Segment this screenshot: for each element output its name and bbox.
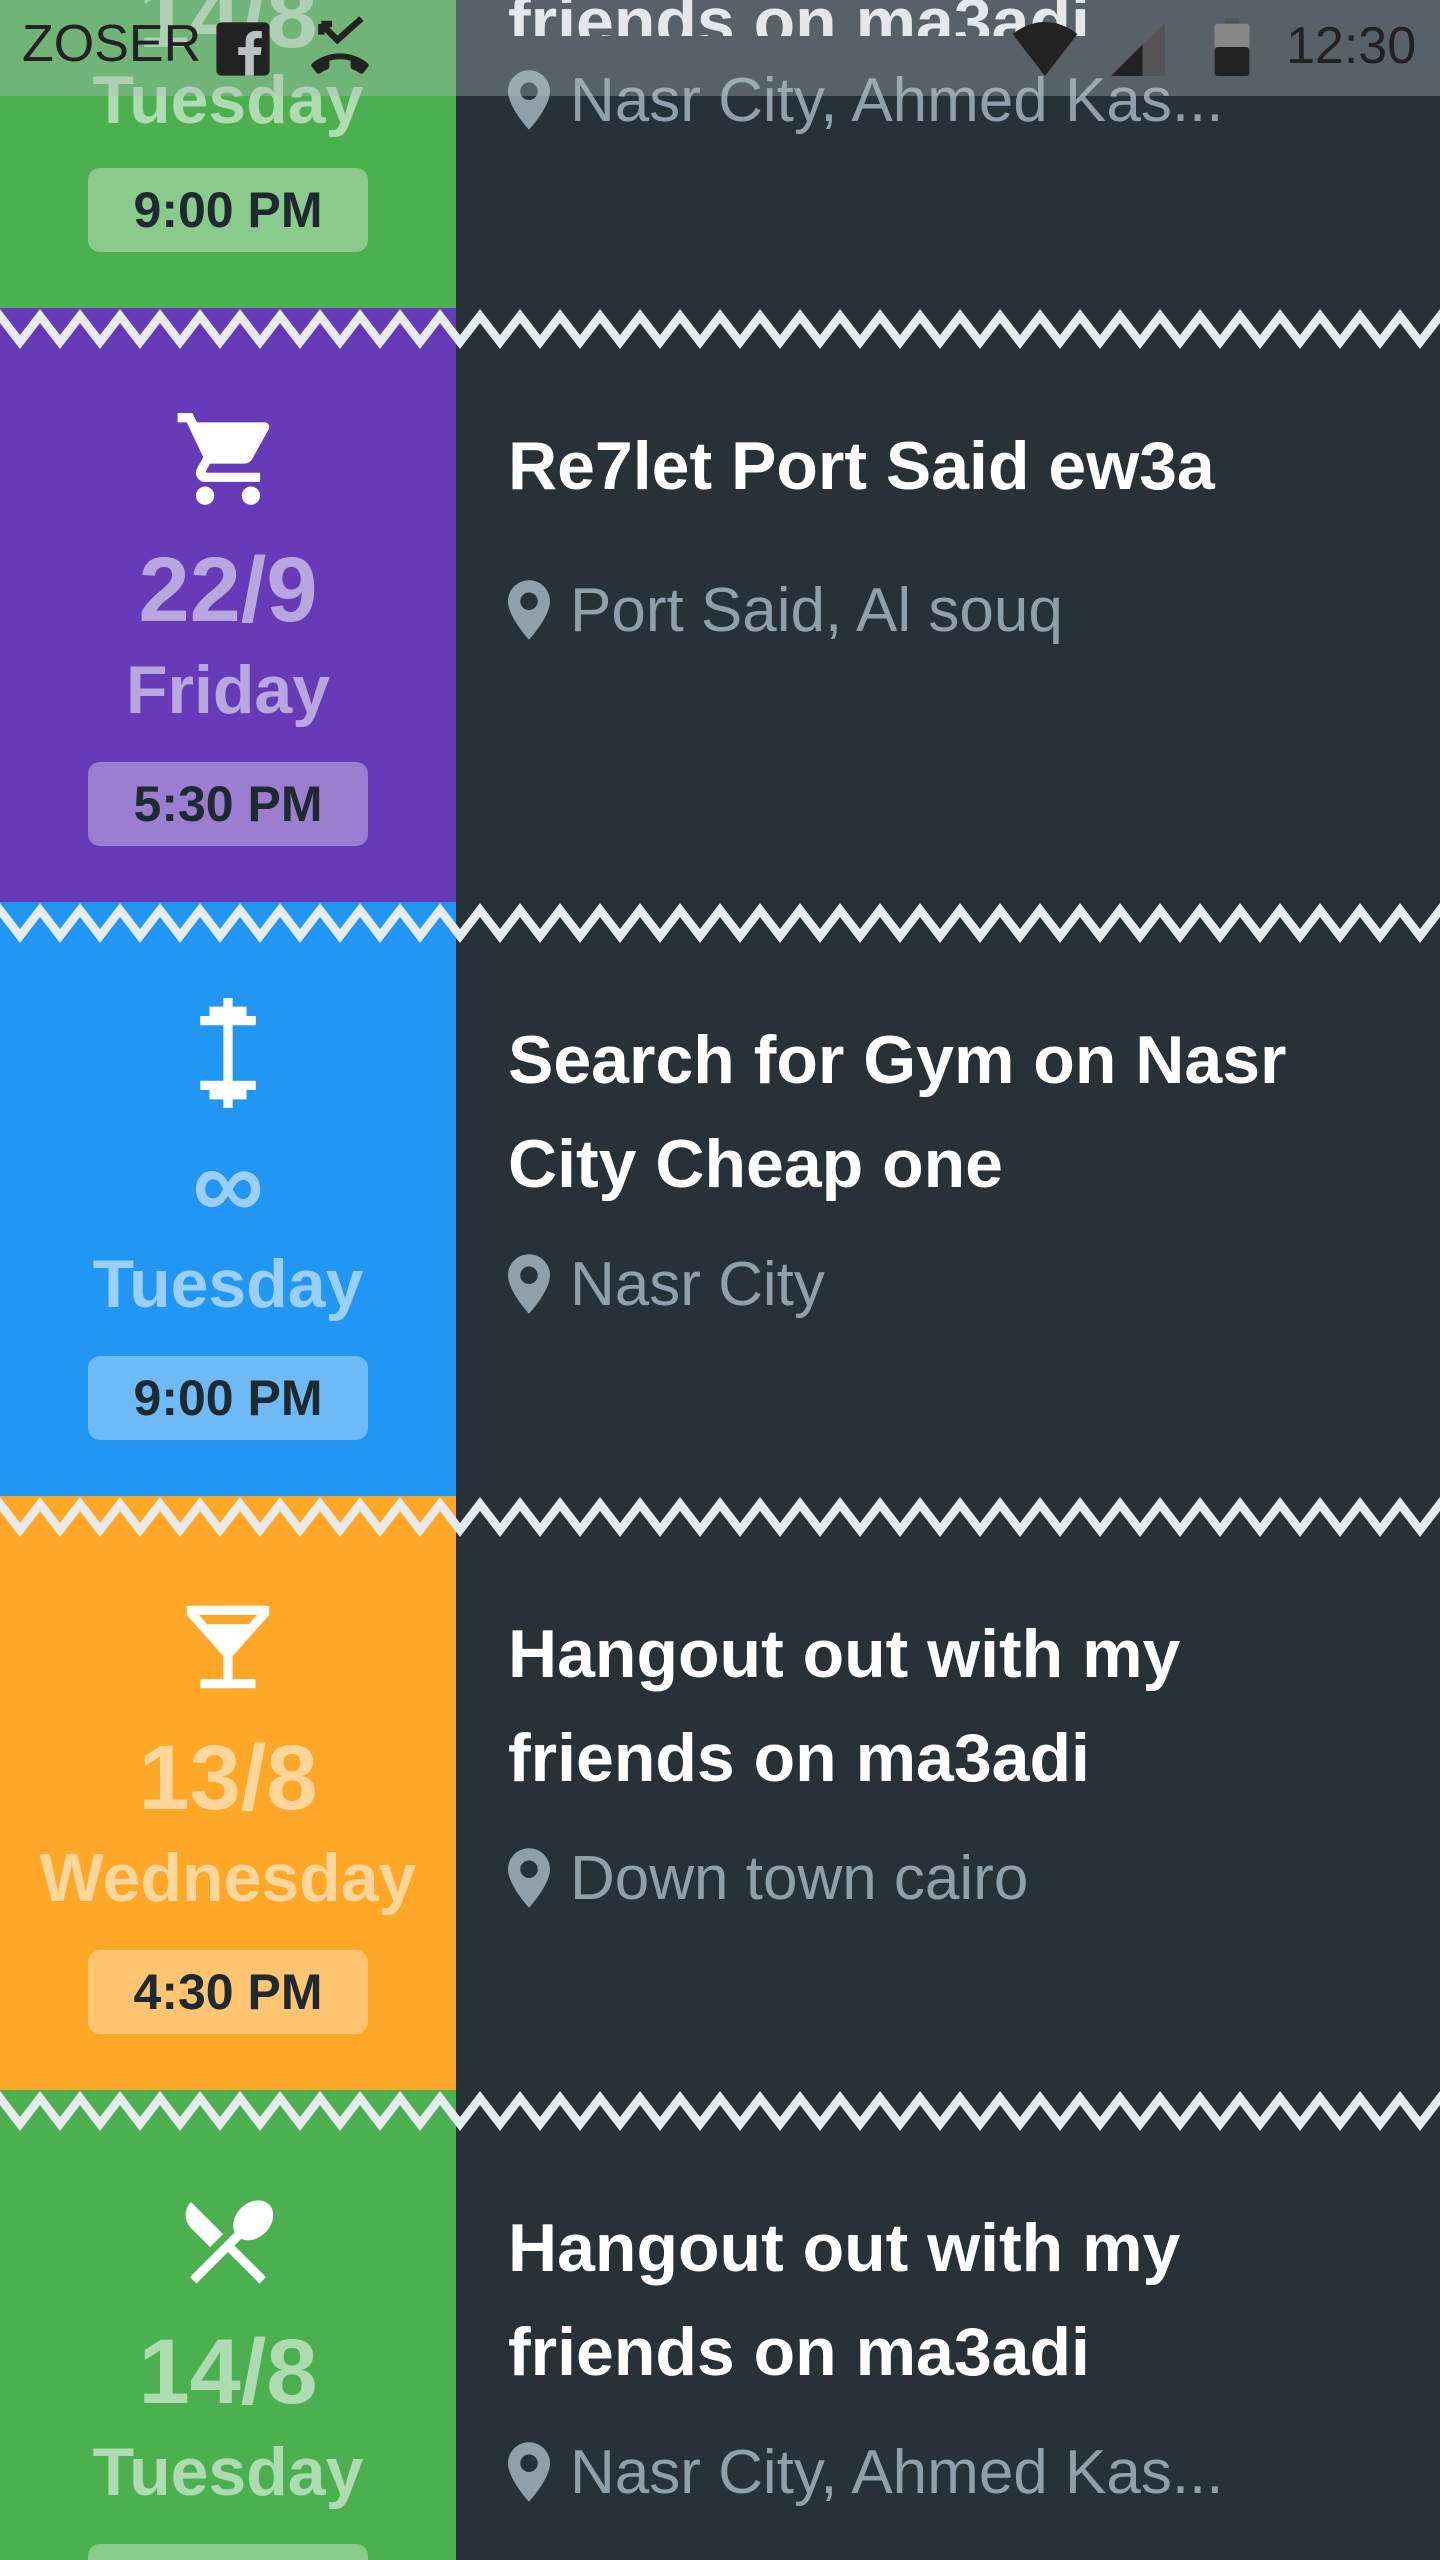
event-list: 14/8 Tuesday 9:00 PM Hangout out with my… (0, 0, 1440, 2560)
event-date: ∞ (192, 1128, 264, 1240)
event-location: Nasr City (508, 1244, 1408, 1324)
event-color-panel: 22/9 Friday 5:30 PM (0, 308, 456, 902)
event-color-panel: 13/8 Wednesday 4:30 PM (0, 1496, 456, 2090)
event-location: Down town cairo (508, 1838, 1408, 1918)
category-icon (0, 1592, 456, 1702)
event-title: Hangout out with my friends on ma3adi (508, 1616, 1181, 1796)
zigzag-divider (0, 903, 1440, 943)
dumbbell-icon (200, 998, 256, 1108)
event-color-panel: ∞ Tuesday 9:00 PM (0, 902, 456, 1496)
event-day: Wednesday (39, 1840, 417, 1916)
zigzag-stripe (0, 903, 1440, 943)
event-title: Search for Gym on Nasr City Cheap one (508, 1022, 1287, 1202)
zigzag-stripe (0, 1497, 1440, 1537)
event-details: Hangout out with my friends on ma3adi Na… (456, 2090, 1440, 2560)
event-time-badge: 9:00 PM (88, 1356, 368, 1440)
event-date: 14/8 (138, 2321, 318, 2423)
location-pin-icon (508, 1848, 550, 1908)
event-details: Re7let Port Said ew3a Port Said, Al souq (456, 308, 1440, 902)
cocktail-icon (186, 1605, 270, 1689)
facebook-icon (216, 22, 270, 76)
category-icon (0, 404, 456, 514)
location-pin-icon (508, 580, 550, 640)
wifi-icon (1012, 22, 1078, 76)
event-card[interactable]: ∞ Tuesday 9:00 PM Search for Gym on Nasr… (0, 902, 1440, 1496)
event-card[interactable]: 14/8 Tuesday 9:00 PM Hangout out with my… (0, 2090, 1440, 2560)
location-pin-icon (508, 1254, 550, 1314)
category-icon (0, 998, 456, 1108)
event-card[interactable]: 13/8 Wednesday 4:30 PM Hangout out with … (0, 1496, 1440, 2090)
event-location: Port Said, Al souq (508, 570, 1408, 650)
event-day: Tuesday (92, 2434, 364, 2510)
event-date: 22/9 (138, 539, 318, 641)
event-color-panel: 14/8 Tuesday 9:00 PM (0, 2090, 456, 2560)
event-title: Re7let Port Said ew3a (508, 428, 1215, 504)
zigzag-divider (0, 2091, 1440, 2131)
battery-icon (1214, 18, 1250, 76)
cell-signal-icon (1111, 22, 1165, 76)
event-title: Hangout out with my friends on ma3adi (508, 2210, 1181, 2390)
status-clock: 12:30 (1286, 17, 1417, 75)
event-day: Friday (125, 652, 331, 728)
event-time-badge: 4:30 PM (88, 1950, 368, 2034)
zigzag-divider (0, 1497, 1440, 1537)
missed-call-icon (311, 16, 369, 74)
shopping-cart-icon (177, 413, 270, 505)
carrier-name: ZOSER (22, 15, 202, 73)
category-icon (0, 2186, 456, 2296)
event-details: Search for Gym on Nasr City Cheap one Na… (456, 902, 1440, 1496)
event-time-badge: 9:00 PM (88, 2544, 368, 2560)
zigzag-stripe (0, 2091, 1440, 2131)
restaurant-icon (185, 2200, 274, 2284)
event-card[interactable]: 22/9 Friday 5:30 PM Re7let Port Said ew3… (0, 308, 1440, 902)
event-day: Tuesday (92, 1246, 364, 1322)
status-bar: ZOSER 12:30 (0, 0, 1440, 96)
event-time-badge: 9:00 PM (88, 168, 368, 252)
event-location: Nasr City, Ahmed Kas... (508, 2432, 1408, 2512)
location-pin-icon (508, 2442, 550, 2502)
event-details: Hangout out with my friends on ma3adi Do… (456, 1496, 1440, 2090)
event-date: 13/8 (138, 1727, 318, 1829)
zigzag-stripe (0, 309, 1440, 349)
event-time-badge: 5:30 PM (88, 762, 368, 846)
zigzag-divider (0, 309, 1440, 349)
